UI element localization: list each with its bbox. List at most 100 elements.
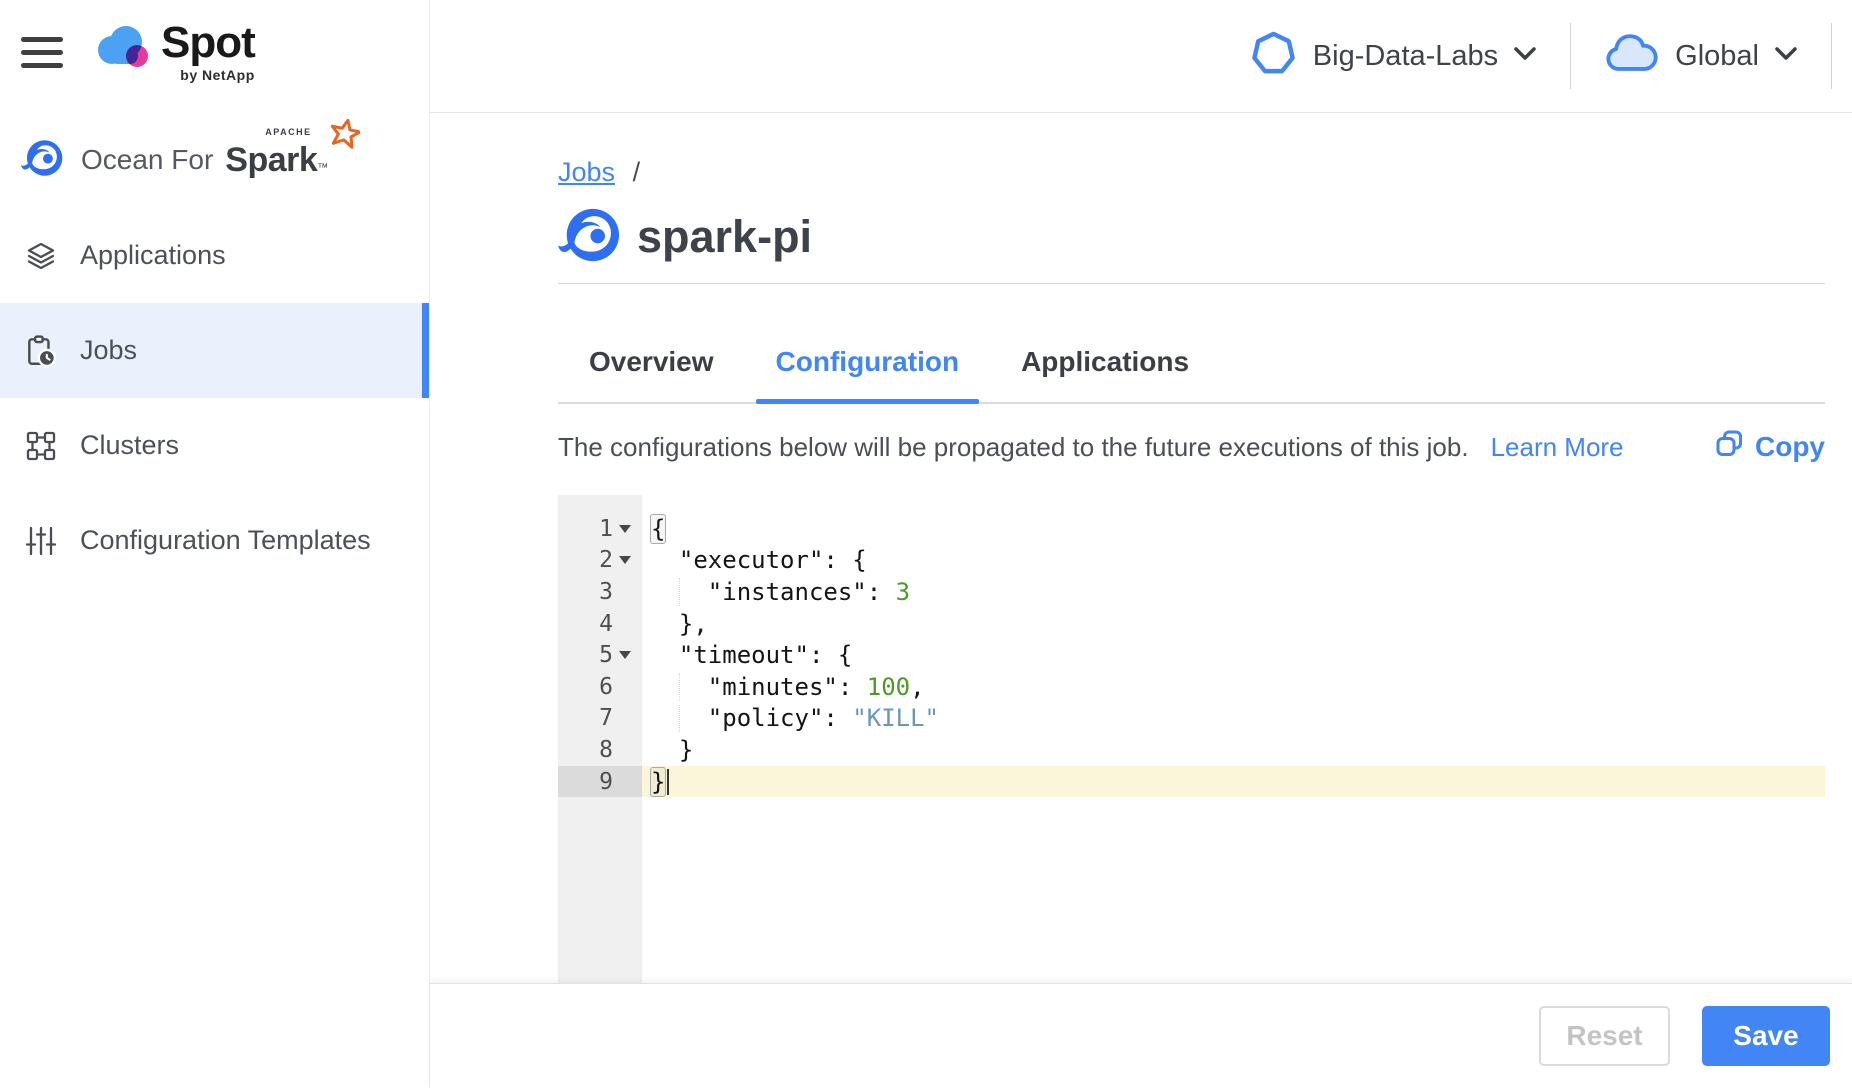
page-title: spark-pi	[637, 211, 812, 263]
gutter-cell: 2	[558, 545, 642, 577]
sidebar-item-label: Applications	[80, 240, 226, 271]
gutter-cell: 6	[558, 671, 642, 703]
line-number: 9	[599, 769, 613, 795]
copy-label: Copy	[1755, 431, 1825, 463]
ocean-for-label: Ocean For	[81, 144, 213, 176]
topbar: Big-Data-Labs Global	[430, 0, 1852, 113]
line-number: 8	[599, 737, 613, 763]
spot-by-netapp: by NetApp	[180, 67, 255, 83]
line-number: 2	[599, 547, 613, 573]
apache-label: APACHE	[265, 127, 311, 137]
spot-wordmark: Spot	[161, 21, 255, 65]
job-wave-icon	[558, 204, 620, 271]
sidebar-item-label: Jobs	[80, 335, 137, 366]
save-button[interactable]: Save	[1702, 1006, 1830, 1066]
hamburger-menu-icon[interactable]	[21, 37, 63, 68]
editor-spacer-row	[558, 495, 1825, 513]
tab-overview[interactable]: Overview	[569, 284, 734, 402]
editor-empty-area[interactable]	[558, 797, 1825, 983]
code-line[interactable]: "instances": 3	[642, 576, 1825, 608]
code-line[interactable]: }	[642, 766, 1825, 798]
gutter-cell: 7	[558, 703, 642, 735]
cloud-region-icon	[1605, 33, 1659, 79]
topbar-divider	[1831, 23, 1832, 89]
line-number: 7	[599, 705, 613, 731]
matched-bracket: {	[650, 514, 666, 544]
spark-wordmark: Spark	[225, 141, 317, 179]
reset-button[interactable]: Reset	[1539, 1006, 1670, 1066]
code-line[interactable]: }	[642, 734, 1825, 766]
sliders-icon	[24, 524, 58, 558]
gutter-cell: 4	[558, 608, 642, 640]
gutter-cell: 5	[558, 639, 642, 671]
code-line[interactable]: "executor": {	[642, 545, 1825, 577]
code-line[interactable]: "minutes": 100,	[642, 671, 1825, 703]
sidebar-item-label: Clusters	[80, 430, 179, 461]
breadcrumb-jobs-link[interactable]: Jobs	[558, 157, 615, 187]
indent-guide	[679, 673, 680, 701]
sidebar-item-configuration-templates[interactable]: Configuration Templates	[0, 493, 429, 588]
heptagon-org-icon	[1250, 30, 1297, 82]
sidebar-nav: Applications Jobs	[0, 208, 429, 588]
line-number: 1	[599, 516, 613, 542]
sidebar-item-label: Configuration Templates	[80, 525, 371, 556]
layers-icon	[24, 239, 58, 273]
copy-icon	[1716, 430, 1743, 464]
tab-applications[interactable]: Applications	[1001, 284, 1209, 402]
config-description-row: The configurations below will be propaga…	[558, 430, 1825, 464]
fold-arrow-icon[interactable]	[619, 525, 631, 533]
gutter-cell: 3	[558, 576, 642, 608]
spot-cloud-icon	[93, 21, 151, 76]
config-description: The configurations below will be propaga…	[558, 432, 1469, 463]
spark-star-icon	[330, 119, 360, 154]
product-logo-row: Ocean For APACHE Spark™	[0, 132, 429, 188]
learn-more-link[interactable]: Learn More	[1491, 432, 1624, 463]
text-cursor	[667, 769, 669, 795]
editor-line-7: 7 "policy": "KILL"	[558, 703, 1825, 735]
tab-bar: Overview Configuration Applications	[558, 284, 1825, 404]
action-footer: Reset Save	[430, 983, 1852, 1088]
sidebar-item-clusters[interactable]: Clusters	[0, 398, 429, 493]
code-line[interactable]: },	[642, 608, 1825, 640]
gutter-cell: 1	[558, 513, 642, 545]
org-name: Big-Data-Labs	[1313, 40, 1498, 73]
fold-arrow-icon[interactable]	[619, 556, 631, 564]
matched-bracket: }	[650, 767, 666, 797]
line-number: 3	[599, 579, 613, 605]
indent-guide	[679, 578, 680, 606]
spark-trademark: ™	[317, 162, 328, 174]
code-line[interactable]: "policy": "KILL"	[642, 703, 1825, 735]
editor-line-5: 5 "timeout": {	[558, 639, 1825, 671]
editor-line-6: 6 "minutes": 100,	[558, 671, 1825, 703]
chevron-down-icon	[1514, 47, 1536, 65]
editor-line-3: 3 "instances": 3	[558, 576, 1825, 608]
app-window: Spot by NetApp Ocean For APACHE	[0, 0, 1852, 1088]
org-picker[interactable]: Big-Data-Labs	[1250, 30, 1536, 82]
editor-line-4: 4 },	[558, 608, 1825, 640]
indent-guide	[679, 705, 680, 733]
clipboard-clock-icon	[24, 334, 58, 368]
cluster-nodes-icon	[24, 429, 58, 463]
main-area: Big-Data-Labs Global	[430, 0, 1852, 1088]
sidebar-item-applications[interactable]: Applications	[0, 208, 429, 303]
code-line[interactable]: "timeout": {	[642, 639, 1825, 671]
line-number: 6	[599, 674, 613, 700]
fold-arrow-icon[interactable]	[619, 651, 631, 659]
editor-line-1: 1 {	[558, 513, 1825, 545]
ocean-wave-icon	[21, 137, 63, 184]
tab-configuration[interactable]: Configuration	[756, 284, 980, 402]
chevron-down-icon	[1775, 47, 1797, 65]
editor-line-2: 2 "executor": {	[558, 545, 1825, 577]
copy-button[interactable]: Copy	[1716, 430, 1825, 464]
sidebar: Spot by NetApp Ocean For APACHE	[0, 0, 430, 1088]
line-number: 5	[599, 642, 613, 668]
code-line[interactable]: {	[642, 513, 1825, 545]
gutter-cell: 8	[558, 734, 642, 766]
line-number: 4	[599, 611, 613, 637]
apache-spark-logo: APACHE Spark™	[225, 141, 354, 180]
sidebar-header: Spot by NetApp	[0, 0, 429, 104]
sidebar-item-jobs[interactable]: Jobs	[0, 303, 429, 398]
region-picker[interactable]: Global	[1605, 33, 1797, 79]
json-config-editor[interactable]: 1 { 2 "executor": { 3 "instances": 3 4 }…	[558, 495, 1825, 983]
spot-logo: Spot by NetApp	[93, 21, 255, 83]
